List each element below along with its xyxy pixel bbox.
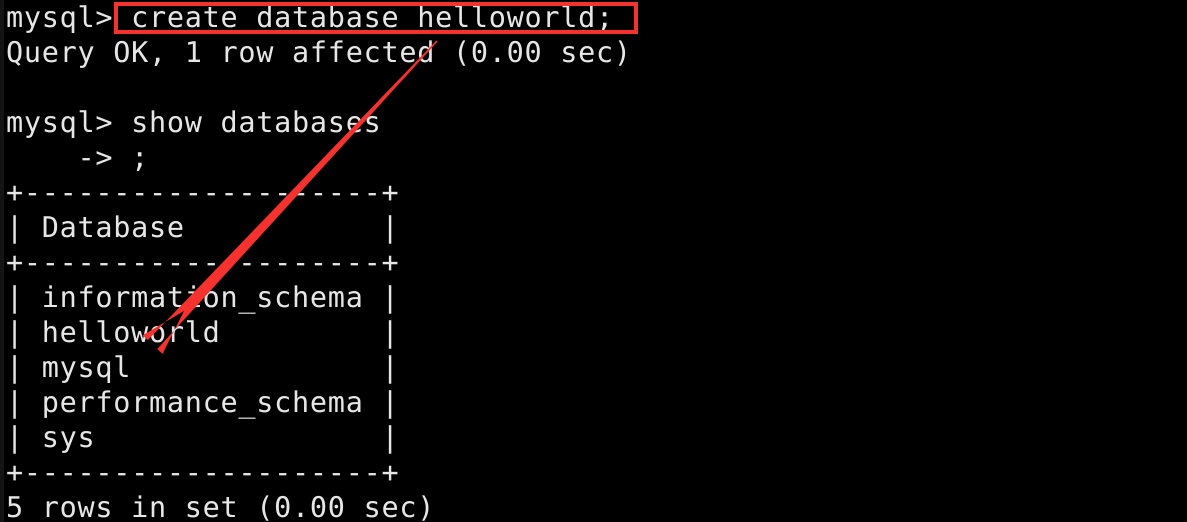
terminal-line: mysql> show databases (6, 106, 382, 139)
terminal-line: +--------------------+ (6, 246, 400, 279)
terminal-line: | information_schema | (6, 281, 400, 314)
terminal-line: 5 rows in set (0.00 sec) (6, 491, 436, 522)
terminal-line: | Database | (6, 211, 400, 244)
terminal-line: -> ; (6, 141, 150, 174)
terminal-line: mysql> create database helloworld; (6, 1, 614, 34)
terminal-line: Query OK, 1 row affected (0.00 sec) (6, 36, 632, 69)
terminal-line: | sys | (6, 421, 400, 454)
terminal-left-edge (0, 0, 4, 522)
terminal-line: +--------------------+ (6, 176, 400, 209)
terminal-line: +--------------------+ (6, 456, 400, 489)
terminal-window: mysql> create database helloworld; Query … (0, 0, 1187, 522)
terminal-line: | helloworld | (6, 316, 400, 349)
terminal-line: | performance_schema | (6, 386, 400, 419)
terminal-line: | mysql | (6, 351, 400, 384)
terminal-output: mysql> create database helloworld; Query … (6, 0, 632, 522)
